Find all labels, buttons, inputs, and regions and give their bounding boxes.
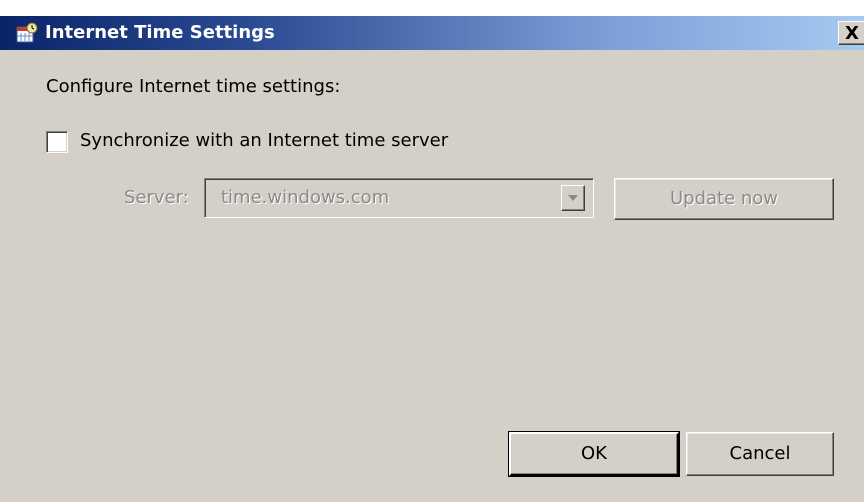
- cancel-button[interactable]: Cancel: [686, 432, 834, 476]
- close-icon: X: [845, 23, 859, 44]
- chevron-down-icon: [568, 195, 578, 201]
- title-bar[interactable]: Internet Time Settings X: [0, 16, 864, 50]
- update-now-button[interactable]: Update now: [614, 178, 834, 220]
- top-strip: [0, 0, 864, 16]
- ok-button[interactable]: OK: [509, 432, 679, 476]
- sync-checkbox[interactable]: [46, 131, 68, 153]
- window-title: Internet Time Settings: [45, 22, 275, 43]
- dropdown-button[interactable]: [561, 185, 585, 211]
- sync-checkbox-label[interactable]: Synchronize with an Internet time server: [80, 128, 448, 154]
- clock-calendar-icon: [16, 22, 38, 44]
- server-combobox[interactable]: time.windows.com: [204, 178, 594, 218]
- server-label: Server:: [124, 187, 189, 208]
- server-value: time.windows.com: [221, 187, 390, 208]
- configure-heading: Configure Internet time settings:: [46, 76, 341, 97]
- close-button[interactable]: X: [838, 21, 864, 45]
